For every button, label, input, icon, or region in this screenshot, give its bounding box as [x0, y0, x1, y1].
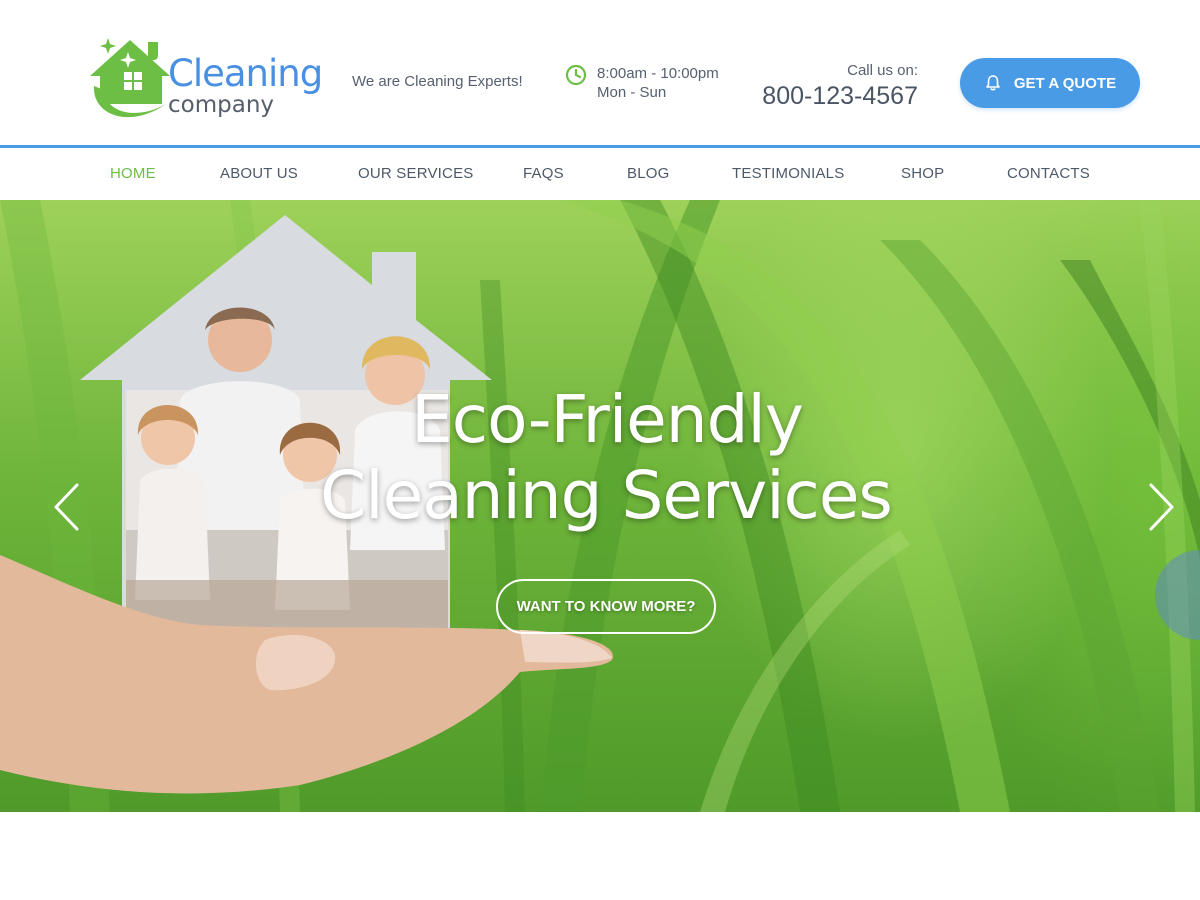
nav-item-contacts[interactable]: CONTACTS	[1007, 148, 1090, 200]
house-logo-icon	[90, 38, 170, 118]
nav-item-our-services[interactable]: OUR SERVICES	[358, 148, 474, 200]
hero-slider: Eco-Friendly Cleaning Services WANT TO K…	[0, 200, 1200, 812]
logo[interactable]: Cleaning company	[88, 34, 323, 126]
tagline: We are Cleaning Experts!	[352, 73, 523, 90]
call-label: Call us on:	[847, 62, 918, 79]
hero-title-line-2: Cleaning Services	[320, 457, 893, 534]
hours-days: Mon - Sun	[597, 84, 667, 101]
nav-item-testimonials[interactable]: TESTIMONIALS	[732, 148, 844, 200]
nav-item-home[interactable]: HOME	[110, 148, 156, 200]
get-a-quote-label: GET A QUOTE	[1013, 74, 1117, 92]
phone-number[interactable]: 800-123-4567	[698, 81, 918, 111]
logo-subtitle: company	[168, 92, 275, 118]
call-info: Call us on: 800-123-4567	[698, 62, 918, 111]
bell-icon	[986, 75, 1000, 91]
nav-item-about-us[interactable]: ABOUT US	[220, 148, 298, 200]
nav-item-shop[interactable]: SHOP	[901, 148, 944, 200]
want-to-know-more-button[interactable]: WANT TO KNOW MORE?	[496, 579, 716, 634]
nav-item-faqs[interactable]: FAQS	[523, 148, 564, 200]
main-nav: HOME ABOUT US OUR SERVICES FAQS BLOG TES…	[0, 148, 1200, 200]
nav-item-blog[interactable]: BLOG	[627, 148, 669, 200]
below-hero-area	[0, 812, 1200, 900]
clock-icon	[565, 64, 587, 86]
get-a-quote-button[interactable]: GET A QUOTE	[960, 58, 1140, 108]
chevron-left-icon[interactable]	[52, 483, 82, 531]
hero-title-line-1: Eco-Friendly	[411, 381, 804, 458]
chevron-right-icon[interactable]	[1146, 483, 1176, 531]
site-header: Cleaning company We are Cleaning Experts…	[0, 0, 1200, 145]
logo-wordmark: Cleaning	[168, 52, 323, 95]
